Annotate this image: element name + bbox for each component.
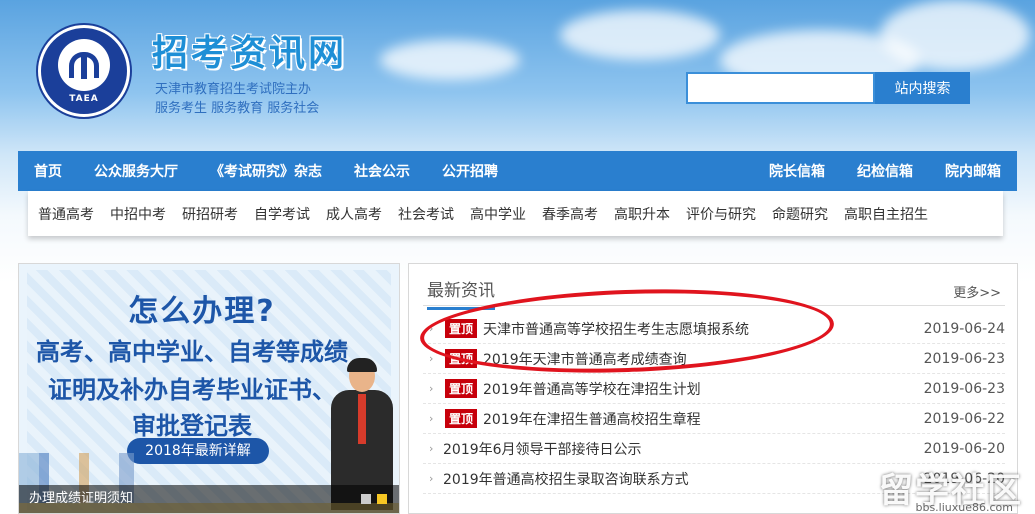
nav-item-journal[interactable]: 《考试研究》杂志 [194,161,338,181]
banner-line: 审批登记表 [132,412,252,440]
news-item-date: 2019-06-24 [923,320,1005,337]
sub-nav: 普通高考 中招中考 研招研考 自学考试 成人高考 社会考试 高中学业 春季高考 … [28,191,1003,236]
nav-item-public-notice[interactable]: 社会公示 [338,161,426,181]
cloud-decoration [560,10,720,60]
pinned-badge: 置顶 [445,349,478,368]
subnav-item[interactable]: 中招中考 [102,204,174,224]
promo-banner[interactable]: 怎么办理? 高考、高中学业、自考等成绩 证明及补办自考毕业证书、 审批登记表 2… [18,263,400,514]
news-item-date: 2019-06-23 [923,380,1005,397]
news-item-title[interactable]: 2019年普通高校招生录取咨询联系方式 [443,469,915,489]
news-item-title[interactable]: 2019年天津市普通高考成绩查询 [483,349,915,369]
nav-item-internal-mail[interactable]: 院内邮箱 [929,161,1017,181]
nav-item-discipline-mailbox[interactable]: 纪检信箱 [841,161,929,181]
pinned-badge: 置顶 [445,319,478,338]
site-subtitle: 天津市教育招生考试院主办 服务考生 服务教育 服务社会 [155,80,319,118]
banner-title: 怎么办理? [128,294,276,329]
news-item-title[interactable]: 天津市普通高等学校招生考生志愿填报系统 [483,319,915,339]
subnav-item[interactable]: 成人高考 [318,204,390,224]
subnav-item[interactable]: 春季高考 [534,204,606,224]
news-header: 最新资讯 更多>> [423,272,1005,310]
chevron-right-icon: › [429,322,434,335]
pager-dot[interactable] [361,494,371,504]
chevron-right-icon: › [429,412,434,425]
logo-text: TAEA [69,93,99,104]
news-item-title[interactable]: 2019年在津招生普通高校招生章程 [483,409,915,429]
news-item[interactable]: › 2019年6月领导干部接待日公示 2019-06-20 [423,434,1005,464]
chevron-right-icon: › [429,442,434,455]
search-button[interactable]: 站内搜索 [875,72,970,104]
subnav-item[interactable]: 社会考试 [390,204,462,224]
pinned-badge: 置顶 [445,379,478,398]
pager-dot-active[interactable] [377,494,387,504]
nav-item-home[interactable]: 首页 [18,161,78,181]
search-input[interactable] [686,72,875,104]
site-logo[interactable]: TAEA [38,25,130,117]
banner-line: 证明及补办自考毕业证书、 [48,376,336,404]
site-watermark: 留学社区 bbs.liuxue86.com [879,463,1023,514]
chevron-right-icon: › [429,352,434,365]
subnav-item[interactable]: 高职自主招生 [836,204,936,224]
news-item[interactable]: › 置顶 2019年天津市普通高考成绩查询 2019-06-23 [423,344,1005,374]
subnav-item[interactable]: 自学考试 [246,204,318,224]
subnav-item[interactable]: 高职升本 [606,204,678,224]
news-item-date: 2019-06-20 [923,440,1005,457]
site-search: 站内搜索 [686,72,970,104]
pinned-badge: 置顶 [445,409,478,428]
logo-emblem-icon [58,38,110,91]
cloud-decoration [880,0,1030,70]
news-item[interactable]: › 置顶 2019年普通高等学校在津招生计划 2019-06-23 [423,374,1005,404]
subnav-item[interactable]: 高中学业 [462,204,534,224]
subnav-item[interactable]: 研招研考 [174,204,246,224]
news-item[interactable]: › 置顶 天津市普通高等学校招生考生志愿填报系统 2019-06-24 [423,314,1005,344]
news-item-date: 2019-06-23 [923,350,1005,367]
main-nav: 首页 公众服务大厅 《考试研究》杂志 社会公示 公开招聘 院长信箱 纪检信箱 院… [18,151,1017,191]
news-item[interactable]: › 置顶 2019年在津招生普通高校招生章程 2019-06-22 [423,404,1005,434]
nav-item-recruitment[interactable]: 公开招聘 [426,161,514,181]
nav-item-president-mailbox[interactable]: 院长信箱 [753,161,841,181]
cloud-decoration [380,40,520,80]
subnav-item[interactable]: 评价与研究 [678,204,764,224]
banner-caption[interactable]: 办理成绩证明须知 [19,485,399,513]
news-item-title[interactable]: 2019年6月领导干部接待日公示 [443,439,915,459]
news-item-date: 2019-06-22 [923,410,1005,427]
nav-item-service-hall[interactable]: 公众服务大厅 [78,161,194,181]
subtitle-line1: 天津市教育招生考试院主办 [155,82,312,97]
banner-line: 高考、高中学业、自考等成绩 [36,338,348,366]
news-more-link[interactable]: 更多>> [953,282,1001,301]
banner-pager [361,494,387,504]
chevron-right-icon: › [429,472,434,485]
subnav-item[interactable]: 命题研究 [764,204,836,224]
site-title[interactable]: 招考资讯网 [152,24,347,76]
chevron-right-icon: › [429,382,434,395]
news-title: 最新资讯 [427,276,495,310]
news-item-title[interactable]: 2019年普通高等学校在津招生计划 [483,379,915,399]
subtitle-line2: 服务考生 服务教育 服务社会 [155,101,320,116]
subnav-item[interactable]: 普通高考 [28,204,102,224]
watermark-url: bbs.liuxue86.com [915,501,1013,514]
